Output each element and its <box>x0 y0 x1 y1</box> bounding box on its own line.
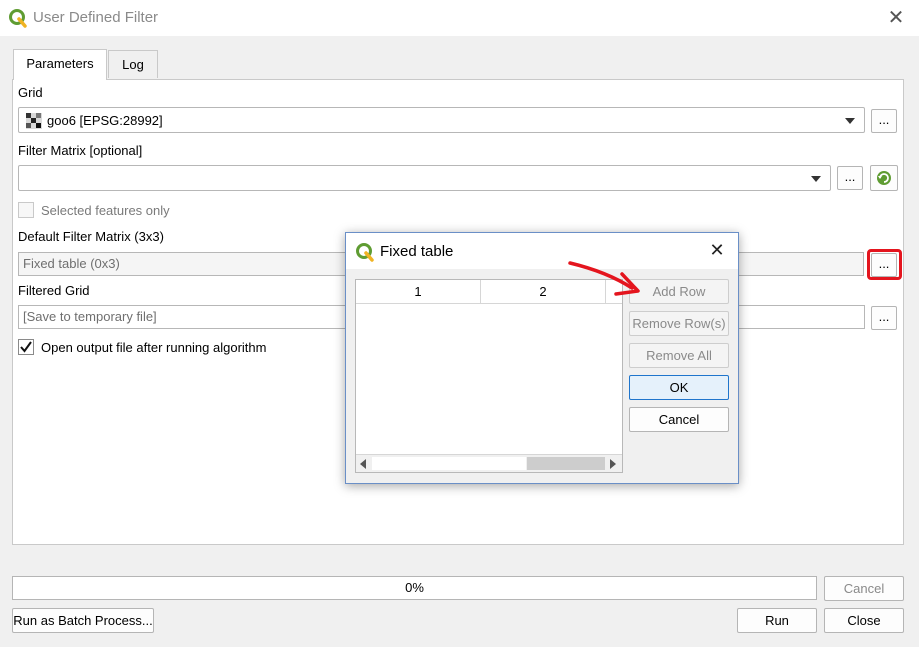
qgis-logo-icon <box>355 242 375 262</box>
batch-process-button[interactable]: Run as Batch Process... <box>12 608 154 633</box>
filter-matrix-label: Filter Matrix [optional] <box>18 143 143 158</box>
filter-matrix-browse-button[interactable]: ... <box>837 166 863 190</box>
grid-value: goo6 [EPSG:28992] <box>47 113 163 128</box>
chevron-down-icon <box>811 176 821 182</box>
run-button[interactable]: Run <box>737 608 817 633</box>
filtered-grid-browse-button[interactable]: ... <box>871 306 897 330</box>
filter-matrix-combo[interactable] <box>18 165 831 191</box>
selected-features-label: Selected features only <box>41 203 170 218</box>
window-title: User Defined Filter <box>33 9 159 26</box>
column-header-1[interactable]: 1 <box>356 280 481 304</box>
grid-label: Grid <box>18 85 43 100</box>
fixed-table-dialog: Fixed table ✕ 1 2 Add Row Remove Row(s) … <box>345 232 739 484</box>
checkmark-icon <box>20 341 32 353</box>
highlight-box <box>867 249 902 280</box>
scroll-right-icon[interactable] <box>610 459 616 469</box>
dialog-title: Fixed table <box>380 243 454 260</box>
close-icon[interactable]: ✕ <box>884 6 908 30</box>
scroll-left-icon[interactable] <box>360 459 366 469</box>
qgis-logo-icon <box>8 8 28 28</box>
grid-browse-button[interactable]: ... <box>871 109 897 133</box>
ok-button[interactable]: OK <box>629 375 729 400</box>
horizontal-scrollbar[interactable] <box>356 454 622 472</box>
tab-parameters[interactable]: Parameters <box>13 49 107 80</box>
refresh-icon <box>877 171 891 185</box>
annotation-arrow-icon <box>568 261 640 296</box>
dialog-cancel-button[interactable]: Cancel <box>629 407 729 432</box>
raster-layer-icon <box>26 113 42 129</box>
remove-all-button[interactable]: Remove All <box>629 343 729 368</box>
chevron-down-icon <box>845 118 855 124</box>
tab-log[interactable]: Log <box>108 50 158 78</box>
remove-rows-button[interactable]: Remove Row(s) <box>629 311 729 336</box>
selected-features-checkbox[interactable] <box>18 202 34 218</box>
open-output-checkbox[interactable] <box>18 339 34 355</box>
close-button[interactable]: Close <box>824 608 904 633</box>
cancel-button[interactable]: Cancel <box>824 576 904 601</box>
dialog-close-icon[interactable]: ✕ <box>706 239 728 261</box>
refresh-button[interactable] <box>870 165 898 191</box>
progress-bar: 0% <box>12 576 817 600</box>
fixed-table-grid[interactable]: 1 2 <box>355 279 623 473</box>
scrollbar-thumb[interactable] <box>527 457 605 470</box>
open-output-label: Open output file after running algorithm <box>41 340 267 355</box>
filtered-grid-label: Filtered Grid <box>18 283 90 298</box>
default-filter-label: Default Filter Matrix (3x3) <box>18 229 164 244</box>
grid-combo[interactable]: goo6 [EPSG:28992] <box>18 107 865 133</box>
scrollbar-track <box>372 457 526 470</box>
